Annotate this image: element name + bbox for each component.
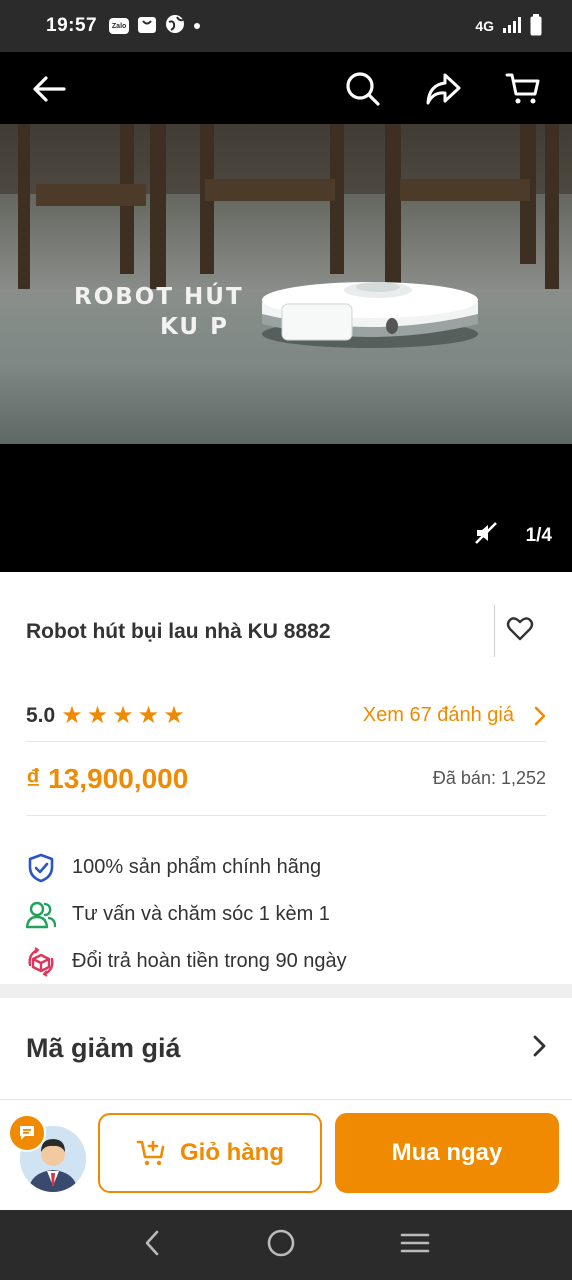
rating-stars: ★ ★ ★ ★ ★ [61,701,185,729]
star-icon: ★ [163,701,185,729]
chair-seat [205,179,335,201]
sold-count: Đã bán: 1,252 [432,768,546,788]
chevron-right-icon [532,1035,546,1062]
guarantee-text: Tư vấn và chăm sóc 1 kèm 1 [72,903,330,925]
search-button[interactable] [340,66,386,112]
guarantee-list: 100% sản phẩm chính hãng Tư vấn và chăm … [26,816,546,985]
volume-mute-icon [474,522,497,544]
share-icon [426,73,461,105]
divider [494,605,495,657]
coupon-title: Mã giảm giá [26,1033,181,1063]
nav-back-icon [145,1230,159,1255]
support-chat-button[interactable] [8,1112,88,1196]
refund-box-icon [26,946,56,977]
back-button[interactable] [26,66,72,112]
nav-home-button[interactable] [266,1228,296,1263]
status-right: 4G [475,13,542,39]
caption-line-2: KU P [160,314,229,340]
globe-icon [165,14,185,39]
status-time: 19:57 [46,15,98,36]
guarantee-item: Tư vấn và chăm sóc 1 kèm 1 [26,891,546,938]
star-icon: ★ [61,701,83,729]
cart-icon [505,73,540,104]
star-icon: ★ [86,701,109,729]
bottom-action-bar: Giỏ hàng Mua ngay [0,1100,572,1210]
share-button[interactable] [420,66,466,112]
nav-recents-button[interactable] [400,1231,430,1260]
shopping-bag-icon [137,14,157,39]
signal-icon [502,16,522,37]
product-photo[interactable]: ROBOT HÚT KU P [0,124,572,444]
product-media-gallery[interactable]: ROBOT HÚT KU P 1/4 [0,52,572,572]
nav-back-button[interactable] [142,1229,162,1262]
chair-leg [385,124,401,294]
add-to-cart-button[interactable]: Giỏ hàng [98,1113,322,1193]
favorite-button[interactable] [506,616,536,646]
star-icon: ★ [112,701,134,729]
nav-home-icon [267,1229,295,1256]
chair-leg [545,124,559,299]
guarantee-item: 100% sản phẩm chính hãng [26,844,546,891]
rating-score: 5.0 [26,703,56,727]
nav-menu-icon [400,1233,430,1252]
cart-button[interactable] [500,66,546,112]
section-divider [0,984,572,998]
gallery-pager: 1/4 [525,524,552,546]
price-row: ₫ 13,900,000 Đã bán: 1,252 [26,742,546,816]
caption-line-1: ROBOT HÚT [74,284,244,310]
star-icon: ★ [137,701,160,729]
robot-vacuum-image [262,282,478,348]
arrow-left-icon [33,76,66,102]
dot-icon [193,17,201,35]
view-reviews-link[interactable]: Xem 67 đánh giá [363,704,546,727]
cart-add-icon [136,1140,165,1166]
product-info: Robot hút bụi lau nhà KU 8882 5.0 ★ ★ ★ … [0,572,572,985]
chat-icon [8,1114,46,1152]
media-topbar [0,52,572,126]
rating-row: 5.0 ★ ★ ★ ★ ★ Xem 67 đánh giá [26,690,546,742]
mute-button[interactable] [474,521,498,550]
buy-now-label: Mua ngay [391,1139,503,1166]
system-nav-bar [0,1210,572,1280]
chair-seat [36,184,146,206]
product-title: Robot hút bụi lau nhà KU 8882 [26,620,331,643]
shield-check-icon [26,853,56,883]
coupon-section[interactable]: Mã giảm giá [0,998,572,1100]
guarantee-text: 100% sản phẩm chính hãng [72,856,322,878]
product-price: ₫ 13,900,000 [26,762,189,794]
photo-caption: ROBOT HÚT KU P [74,282,244,342]
status-bar: 19:57 Zalo 4G [0,0,572,52]
guarantee-text: Đổi trả hoàn tiền trong 90 ngày [72,950,347,972]
chair-leg [18,124,30,294]
search-icon [346,72,380,106]
chair-leg [150,124,166,299]
network-type: 4G [475,18,494,34]
add-to-cart-label: Giỏ hàng [180,1139,284,1166]
battery-icon [530,13,542,39]
notification-icons: Zalo [109,14,201,39]
users-icon [26,900,56,930]
heart-icon [506,617,534,641]
zalo-icon: Zalo [109,18,130,34]
chair-seat [400,179,530,201]
media-footer: 1/4 [474,521,552,550]
title-row: Robot hút bụi lau nhà KU 8882 [26,572,546,692]
reviews-link-label: Xem 67 đánh giá [362,704,514,726]
buy-now-button[interactable]: Mua ngay [335,1113,559,1193]
chevron-right-icon [534,706,546,725]
guarantee-item: Đổi trả hoàn tiền trong 90 ngày [26,938,546,985]
